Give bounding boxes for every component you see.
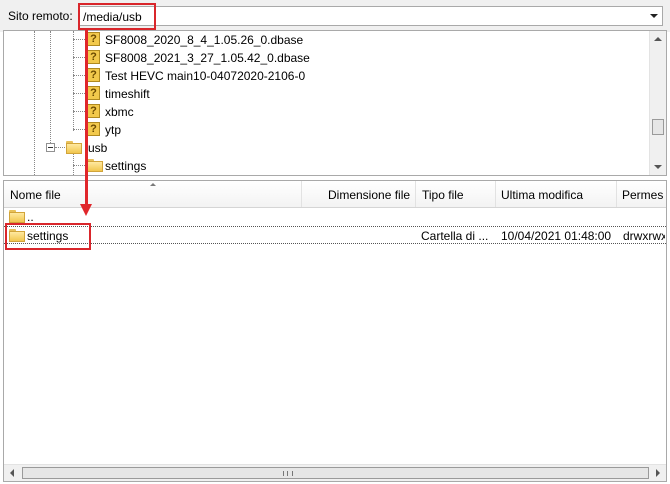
sort-ascending-icon xyxy=(150,183,156,186)
column-header-size[interactable]: Dimensione file xyxy=(302,181,416,207)
annotation-arrow-line xyxy=(85,30,88,206)
tree-item-usb[interactable]: usb xyxy=(4,139,644,157)
tree-vertical-scrollbar[interactable] xyxy=(649,31,666,175)
tree-item-label: xbmc xyxy=(105,105,134,119)
scroll-down-icon[interactable] xyxy=(654,165,662,169)
file-row-settings[interactable]: settings Cartella di ... 10/04/2021 01:4… xyxy=(4,226,666,244)
question-folder-icon: ? xyxy=(87,104,100,118)
tree-item[interactable]: ? SF8008_2021_3_27_1.05.42_0.dbase xyxy=(4,49,644,67)
folder-open-icon xyxy=(66,141,82,154)
tree-item[interactable]: ? Test HEVC main10-04072020-2106-0 xyxy=(4,67,644,85)
tree-item[interactable]: ? xbmc xyxy=(4,103,644,121)
tree-item[interactable]: ? SF8008_2020_8_4_1.05.26_0.dbase xyxy=(4,31,644,49)
scroll-left-icon[interactable] xyxy=(10,469,14,477)
question-folder-icon: ? xyxy=(87,122,100,136)
column-header-permissions[interactable]: Permes xyxy=(617,181,666,207)
file-permissions: drwxrwx xyxy=(623,229,665,243)
grip-icon xyxy=(283,471,293,476)
annotation-highlight-path xyxy=(78,3,156,30)
remote-file-list[interactable]: Nome file Dimensione file Tipo file Ulti… xyxy=(3,180,667,482)
scroll-right-icon[interactable] xyxy=(656,469,660,477)
scrollbar-thumb[interactable] xyxy=(22,467,649,479)
chevron-down-icon[interactable] xyxy=(646,7,662,25)
column-header-type[interactable]: Tipo file xyxy=(416,181,496,207)
tree-item[interactable]: ? ytp xyxy=(4,121,644,139)
annotation-arrow-head xyxy=(80,204,92,216)
remote-directory-tree[interactable]: ? SF8008_2020_8_4_1.05.26_0.dbase ? SF80… xyxy=(3,30,667,176)
question-folder-icon: ? xyxy=(87,68,100,82)
tree-item-settings[interactable]: settings xyxy=(4,157,644,175)
question-folder-icon: ? xyxy=(87,86,100,100)
column-header-modified[interactable]: Ultima modifica xyxy=(496,181,617,207)
tree-item[interactable]: ? timeshift xyxy=(4,85,644,103)
tree-item-label: SF8008_2020_8_4_1.05.26_0.dbase xyxy=(105,33,304,47)
remote-path-combobox[interactable] xyxy=(78,6,663,26)
file-type: Cartella di ... xyxy=(421,229,489,243)
tree-item-label: usb xyxy=(88,141,108,155)
question-folder-icon: ? xyxy=(87,32,100,46)
tree-item-label: SF8008_2021_3_27_1.05.42_0.dbase xyxy=(105,51,310,65)
folder-icon xyxy=(9,210,25,223)
file-list-horizontal-scrollbar[interactable] xyxy=(4,464,666,481)
tree-item-label: timeshift xyxy=(105,87,150,101)
file-modified: 10/04/2021 01:48:00 xyxy=(501,229,612,243)
question-folder-icon: ? xyxy=(87,50,100,64)
collapse-icon[interactable] xyxy=(46,143,55,152)
remote-path-input[interactable] xyxy=(83,9,623,24)
scrollbar-thumb[interactable] xyxy=(652,119,664,135)
annotation-highlight-settings xyxy=(5,223,91,250)
remote-site-label: Sito remoto: xyxy=(8,9,73,23)
tree-item-label: settings xyxy=(105,159,147,173)
tree-item-label: Test HEVC main10-04072020-2106-0 xyxy=(105,69,306,83)
tree-item-label: ytp xyxy=(105,123,122,137)
column-header-name[interactable]: Nome file xyxy=(4,181,302,207)
file-list-header: Nome file Dimensione file Tipo file Ulti… xyxy=(4,181,666,208)
file-name: .. xyxy=(27,210,34,224)
folder-icon xyxy=(87,159,103,172)
file-row-parent[interactable]: .. xyxy=(4,208,666,226)
scroll-up-icon[interactable] xyxy=(654,37,662,41)
